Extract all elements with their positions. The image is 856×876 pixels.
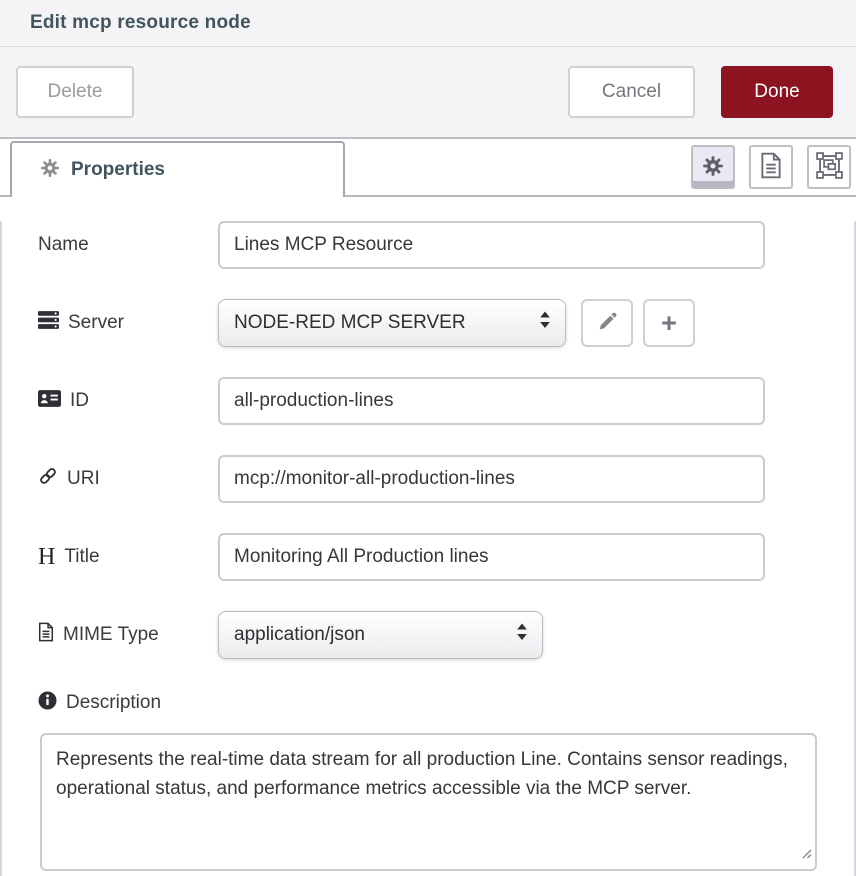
plus-icon: + [661,310,677,337]
title-input[interactable] [218,533,765,581]
dialog-header: Edit mcp resource node [0,0,856,47]
cancel-button[interactable]: Cancel [568,66,695,118]
gear-icon [702,155,724,180]
server-select[interactable]: NODE-RED MCP SERVER [218,299,566,347]
select-arrows-icon [515,623,529,647]
uri-label: URI [67,468,100,490]
server-label: Server [68,312,124,334]
pencil-icon [597,311,618,335]
mime-type-select[interactable]: application/json [218,611,543,659]
link-icon [38,466,58,492]
mime-type-label: MIME Type [63,624,159,646]
tab-button-properties[interactable] [691,145,735,189]
id-row: ID [38,377,854,425]
dialog-actions: Cancel Done [568,66,833,118]
id-label: ID [70,390,89,412]
delete-button[interactable]: Delete [16,66,134,118]
info-icon [38,691,57,716]
name-input[interactable] [218,221,765,269]
tab-properties[interactable]: Properties [10,141,345,197]
id-card-icon [38,390,61,413]
mime-type-select-value: application/json [234,624,365,646]
heading-icon: H [38,545,55,569]
uri-input[interactable] [218,455,765,503]
description-label-group: Description [38,691,854,715]
tab-button-appearance[interactable] [807,145,851,189]
tab-icon-buttons [691,145,851,189]
mime-type-label-group: MIME Type [38,622,218,648]
dialog-title: Edit mcp resource node [30,12,251,34]
title-label-group: H Title [38,545,218,569]
tab-button-description[interactable] [749,145,793,189]
uri-label-group: URI [38,466,218,492]
description-field-wrap: Represents the real-time data stream for… [40,733,817,871]
title-label: Title [64,546,99,568]
edit-node-dialog: Edit mcp resource node Delete Cancel Don… [0,0,856,876]
id-label-group: ID [38,390,218,413]
uri-row: URI [38,455,854,503]
tab-properties-label: Properties [71,159,165,181]
name-label-group: Name [38,234,218,256]
file-icon [38,622,54,648]
done-button[interactable]: Done [721,66,833,118]
edit-server-button[interactable] [581,299,633,347]
name-label: Name [38,234,89,256]
title-row: H Title [38,533,854,581]
properties-form: Name Server NODE-RED [0,221,856,876]
id-input[interactable] [218,377,765,425]
server-icon [38,311,59,335]
description-textarea[interactable]: Represents the real-time data stream for… [40,733,817,871]
server-row: Server NODE-RED MCP SERVER [38,299,854,347]
gear-icon [40,158,60,183]
dialog-button-bar: Delete Cancel Done [0,47,856,139]
description-label: Description [66,692,161,714]
server-label-group: Server [38,311,218,335]
select-arrows-icon [538,311,552,335]
name-row: Name [38,221,854,269]
document-icon [760,152,782,182]
tab-row: Properties [0,139,856,197]
object-group-icon [816,152,843,182]
add-server-button[interactable]: + [643,299,695,347]
mime-type-row: MIME Type application/json [38,611,854,659]
server-select-value: NODE-RED MCP SERVER [234,312,466,334]
